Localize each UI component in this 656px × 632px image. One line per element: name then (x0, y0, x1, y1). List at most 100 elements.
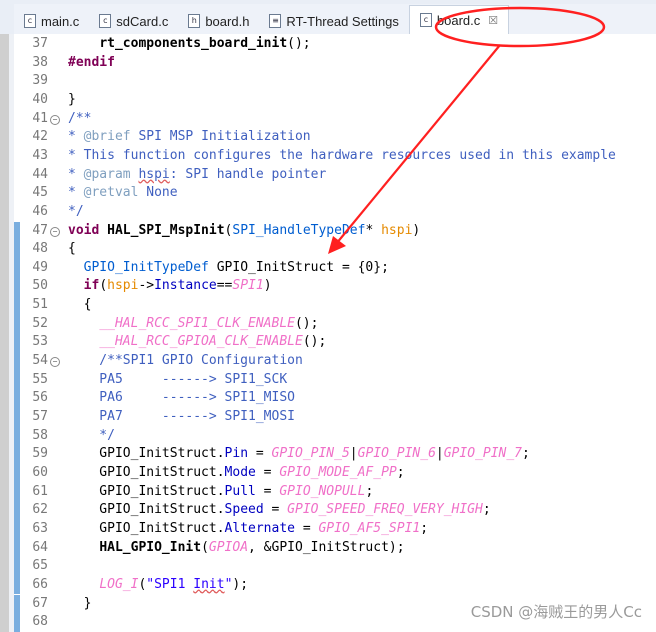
code-token: * (68, 129, 84, 145)
code-line[interactable]: 53 __HAL_RCC_GPIOA_CLK_ENABLE(); (14, 333, 656, 353)
code-line[interactable]: 42 * @brief SPI MSP Initialization (14, 128, 656, 147)
code-text: __HAL_RCC_GPIOA_CLK_ENABLE(); (68, 333, 326, 352)
tab-sdcard-c[interactable]: c sdCard.c (89, 8, 178, 34)
line-number: 66 (32, 576, 48, 592)
code-line[interactable]: 66 LOG_I("SPI1 Init"); (14, 575, 656, 595)
code-line[interactable]: 51 { (14, 296, 656, 315)
code-token: * This function configures the hardware … (68, 147, 616, 163)
code-token: , &GPIO_InitStruct); (248, 539, 405, 555)
code-line[interactable]: 62 GPIO_InitStruct.Speed = GPIO_SPEED_FR… (14, 501, 656, 520)
code-token: Alternate (224, 520, 295, 536)
code-line[interactable]: 37 rt_components_board_init(); (14, 35, 656, 54)
code-token: Instance (154, 278, 217, 294)
code-line[interactable]: 46 */ (14, 203, 656, 222)
watermark: CSDN @海贼王的男人Cc (470, 603, 642, 621)
code-line[interactable]: 49 GPIO_InitTypeDef GPIO_InitStruct = {0… (14, 258, 656, 278)
line-number: 49 (32, 259, 48, 275)
code-line[interactable]: 64 HAL_GPIO_Init(GPIOA, &GPIO_InitStruct… (14, 538, 656, 558)
code-token: SPI_HandleTypeDef (232, 222, 366, 238)
code-token: hspi (107, 278, 139, 294)
code-text: GPIO_InitStruct.Speed = GPIO_SPEED_FREQ_… (68, 501, 490, 520)
line-number: 59 (32, 446, 48, 462)
code-line[interactable]: 41−/** (14, 110, 656, 129)
code-token: (); (294, 315, 319, 331)
c-file-icon: c (24, 14, 36, 28)
code-line[interactable]: 44 * @param hspi: SPI handle pointer (14, 166, 656, 185)
code-text: */ (68, 203, 84, 222)
code-token: None (138, 185, 178, 201)
code-token: : SPI handle pointer (169, 166, 327, 182)
code-line[interactable]: 47− void HAL_SPI_MspInit(SPI_HandleTypeDe… (14, 221, 656, 241)
code-line[interactable]: 60 GPIO_InitStruct.Mode = GPIO_MODE_AF_P… (14, 463, 656, 483)
code-line[interactable]: 59 GPIO_InitStruct.Pin = GPIO_PIN_5|GPIO… (14, 445, 656, 464)
fold-collapse-icon[interactable]: − (50, 114, 60, 125)
code-line[interactable]: 45 * @retval None (14, 184, 656, 203)
code-text: } (68, 91, 76, 110)
close-tab-icon[interactable]: ☒ (488, 14, 498, 27)
code-token: ) (263, 278, 272, 294)
line-number: 54 (32, 353, 48, 369)
code-token: __HAL_RCC_SPI1_CLK_ENABLE (99, 315, 295, 331)
tab-label: board.h (205, 13, 250, 29)
code-token: PA7 ------> SPI1_MOSI (68, 409, 295, 424)
tab-board-c[interactable]: c board.c ☒ (408, 5, 510, 34)
code-line[interactable]: 61 GPIO_InitStruct.Pull = GPIO_NOPULL; (14, 482, 656, 502)
code-line[interactable]: 48 { (14, 240, 656, 259)
code-line[interactable]: 50 if(hspi->Instance==SPI1) (14, 277, 656, 297)
code-text: PA5 ------> SPI1_SCK (68, 371, 287, 390)
code-token: -> (138, 278, 155, 294)
code-token: Pull (224, 483, 256, 499)
code-token: GPIO_MODE_AF_PP (279, 464, 397, 480)
code-token: PA6 ------> SPI1_MISO (68, 390, 295, 406)
code-token: = (248, 446, 272, 462)
line-number: 40 (32, 91, 48, 107)
tab-main-c[interactable]: c main.c (14, 8, 89, 34)
code-editor[interactable]: 37 rt_components_board_init(); 38 #endif 39… (14, 34, 656, 632)
code-line[interactable]: 55 PA5 ------> SPI1_SCK (14, 370, 656, 390)
code-text: } (68, 595, 92, 614)
line-number: 43 (32, 147, 48, 163)
line-number: 51 (32, 297, 48, 313)
fold-collapse-icon[interactable]: − (50, 226, 60, 237)
fold-collapse-icon[interactable]: − (50, 357, 60, 368)
line-number: 37 (32, 36, 48, 51)
tab-label: board.c (436, 12, 481, 28)
code-line[interactable]: 65 (14, 557, 656, 576)
code-token: HAL_GPIO_Init (99, 539, 202, 555)
code-token: HAL_SPI_MspInit (107, 222, 225, 238)
code-line[interactable]: 57 PA7 ------> SPI1_MOSI (14, 408, 656, 427)
code-text: GPIO_InitStruct.Mode = GPIO_MODE_AF_PP; (68, 464, 404, 483)
code-line[interactable]: 56 PA6 ------> SPI1_MISO (14, 389, 656, 408)
code-text: GPIO_InitStruct.Pull = GPIO_NOPULL; (68, 483, 373, 502)
code-token: ); (232, 576, 249, 592)
code-line[interactable]: 52 __HAL_RCC_SPI1_CLK_ENABLE(); (14, 314, 656, 334)
tab-board-h[interactable]: h board.h (178, 8, 259, 34)
code-line[interactable]: 54− /**SPI1 GPIO Configuration (14, 352, 656, 371)
code-token: @brief (83, 129, 131, 145)
code-token: LOG_I (99, 576, 139, 592)
code-line[interactable]: 58 */ (14, 426, 656, 446)
line-number: 55 (32, 371, 48, 387)
code-line[interactable]: 43 * This function configures the hardwar… (14, 147, 656, 166)
code-token: hspi (381, 222, 413, 238)
code-token: GPIO_PIN_5 (271, 446, 350, 462)
code-text: */ (68, 427, 115, 446)
tab-rt-thread-settings[interactable]: ≡ RT-Thread Settings (259, 8, 408, 34)
code-token: * (68, 185, 84, 201)
line-number: 58 (32, 427, 48, 443)
code-line[interactable]: 38 #endif (14, 54, 656, 73)
code-token: void (68, 222, 100, 238)
code-token: hspi (138, 166, 170, 182)
code-line[interactable]: 63 GPIO_InitStruct.Alternate = GPIO_AF5_… (14, 519, 656, 539)
code-token: GPIO_InitStruct. (68, 520, 225, 536)
code-text: /** (68, 110, 91, 129)
code-line[interactable]: 39 (14, 72, 656, 91)
code-token: /**SPI1 GPIO Configuration (68, 353, 303, 369)
code-token: */ (68, 203, 84, 219)
code-token: ; (365, 483, 374, 499)
code-token: } (68, 91, 76, 107)
code-token: Init (193, 576, 225, 592)
code-line[interactable]: 40} (14, 91, 656, 110)
